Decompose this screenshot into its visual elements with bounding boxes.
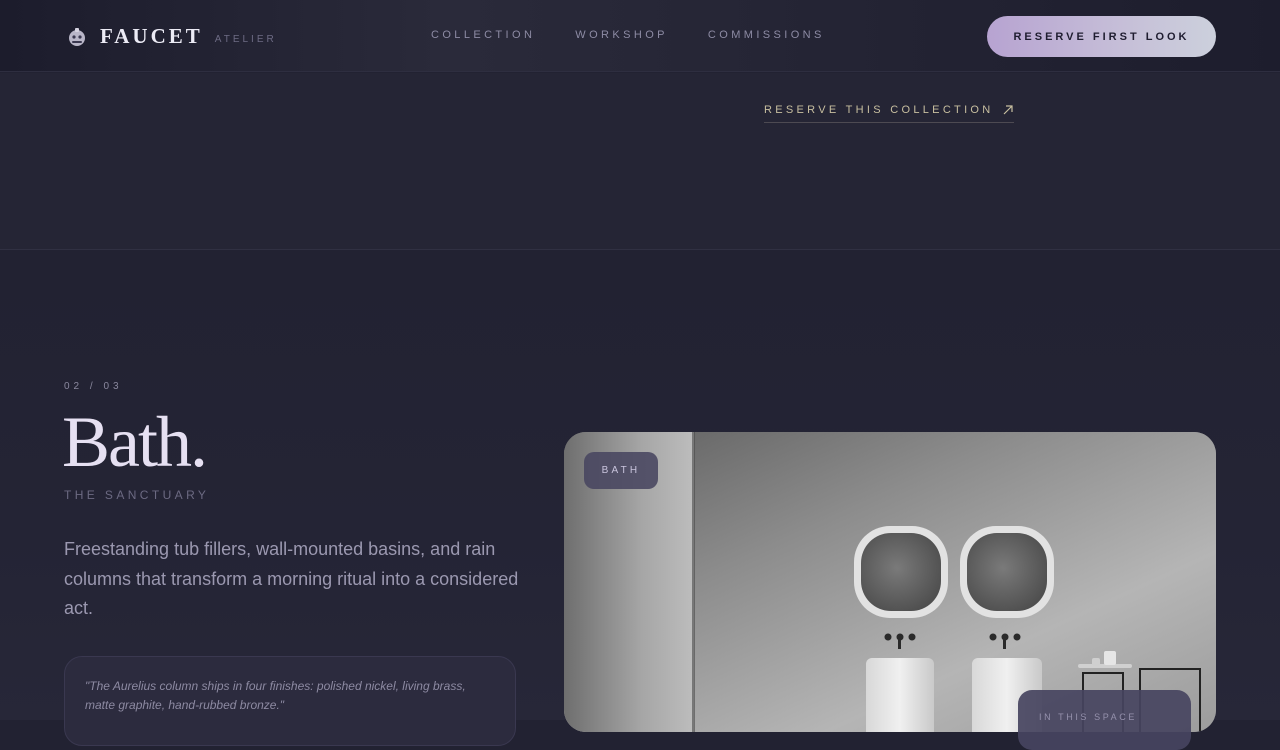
reserve-collection-link[interactable]: RESERVE THIS COLLECTION <box>764 104 1014 123</box>
image-category-chip: BATH <box>584 452 658 489</box>
nav-workshop[interactable]: WORKSHOP <box>575 29 668 41</box>
previous-slide-band <box>0 73 1280 250</box>
main-nav: COLLECTION WORKSHOP COMMISSIONS <box>431 29 865 41</box>
arrow-up-right-icon <box>1002 104 1014 116</box>
quote-text: "The Aurelius column ships in four finis… <box>85 679 466 712</box>
section-title: Bath. <box>62 402 208 482</box>
slide-counter: 02 / 03 <box>64 381 123 392</box>
brand[interactable]: FAUCET ATELIER <box>66 24 277 49</box>
brand-tagline: ATELIER <box>214 34 277 45</box>
reserve-link-label: RESERVE THIS COLLECTION <box>764 104 994 116</box>
in-this-space-card[interactable]: IN THIS SPACE <box>1018 690 1191 750</box>
reserve-first-look-button[interactable]: RESERVE FIRST LOOK <box>987 16 1216 57</box>
nav-collection[interactable]: COLLECTION <box>431 29 535 41</box>
bath-photo <box>564 432 1216 732</box>
section-subtitle: THE SANCTUARY <box>64 488 210 502</box>
brand-name: FAUCET <box>100 24 203 48</box>
section-description: Freestanding tub fillers, wall-mounted b… <box>64 539 519 618</box>
faucet-icon <box>66 26 88 48</box>
nav-commissions[interactable]: COMMISSIONS <box>708 29 825 41</box>
site-header: FAUCET ATELIER COLLECTION WORKSHOP COMMI… <box>0 0 1280 72</box>
quote-card: "The Aurelius column ships in four finis… <box>64 656 516 746</box>
space-card-label: IN THIS SPACE <box>1039 712 1137 722</box>
